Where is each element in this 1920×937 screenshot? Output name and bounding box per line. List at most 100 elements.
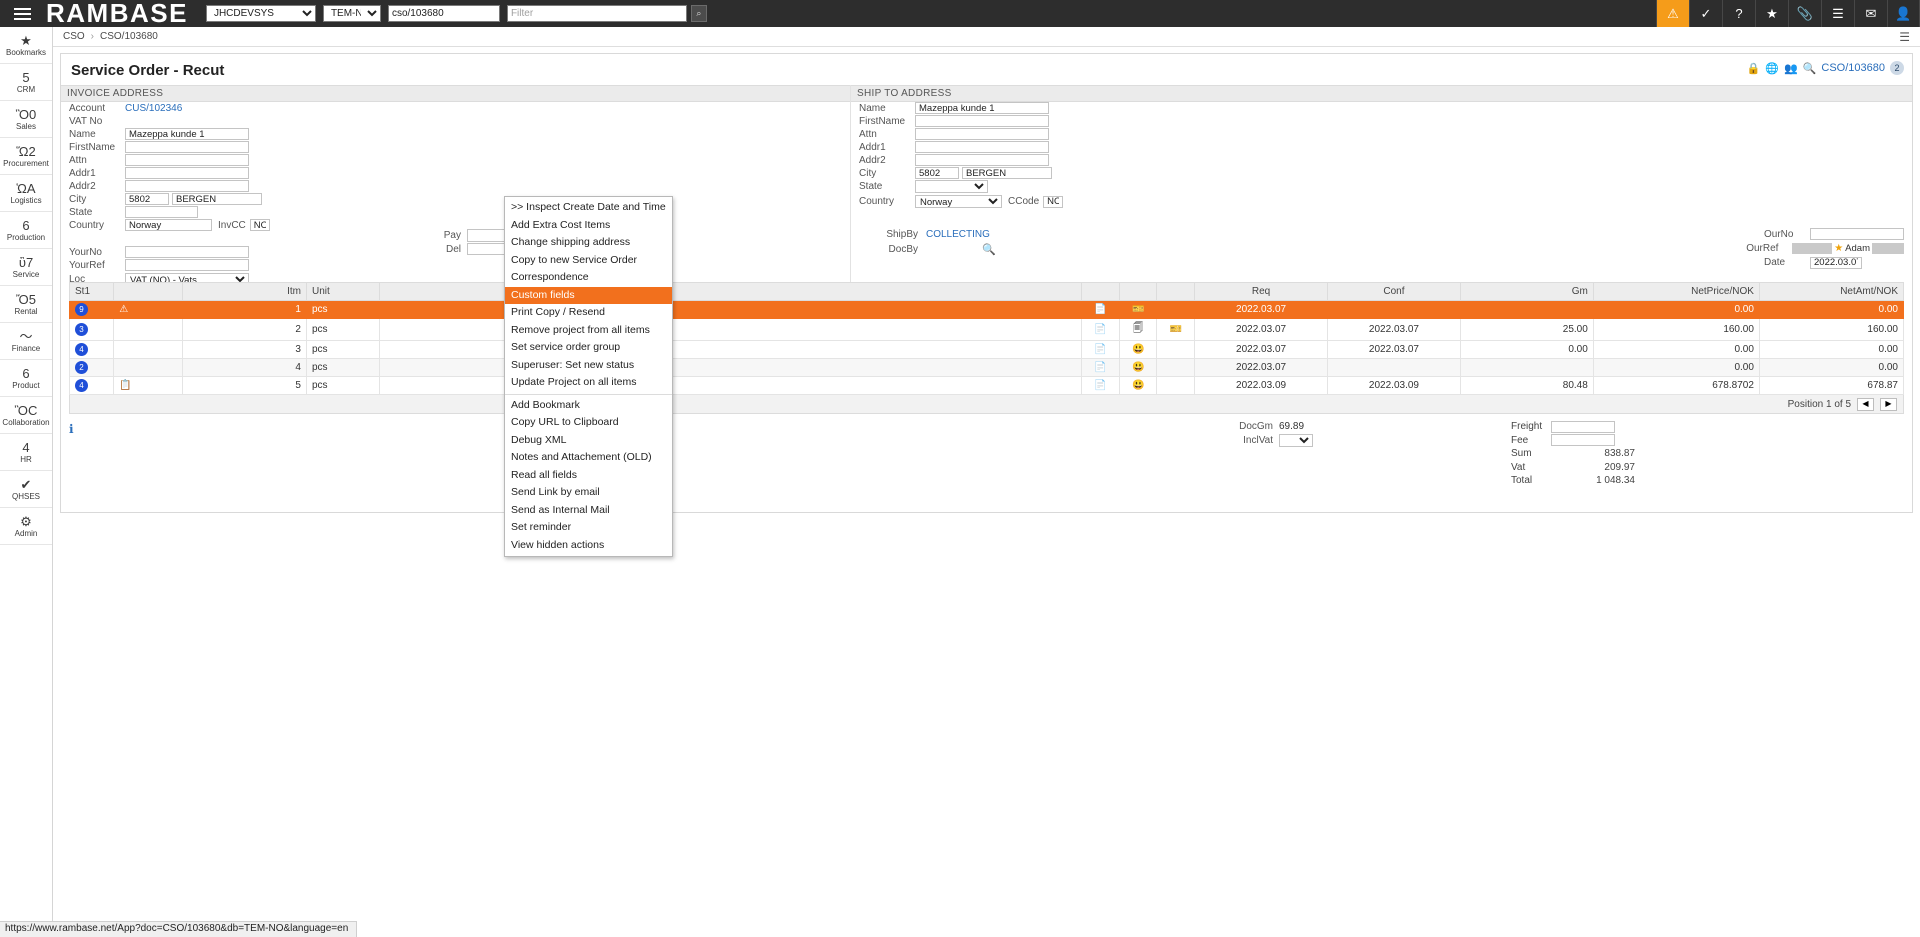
sidebar-item-product[interactable]: ὎6Product xyxy=(0,360,52,397)
invoice-city-zip-field[interactable] xyxy=(125,193,169,205)
menu-item[interactable]: Correspondence xyxy=(505,269,672,287)
menu-item[interactable]: Send Link by email xyxy=(505,484,672,502)
breadcrumb-root[interactable]: CSO xyxy=(63,31,85,42)
ship-firstname-field[interactable] xyxy=(915,115,1049,127)
sidebar-item-admin[interactable]: ⚙Admin xyxy=(0,508,52,545)
ship-addr2-field[interactable] xyxy=(915,154,1049,166)
menu-item[interactable]: Debug XML xyxy=(505,432,672,450)
menu-item[interactable]: Custom fields xyxy=(505,287,672,305)
context-menu[interactable]: >> Inspect Create Date and TimeAdd Extra… xyxy=(504,196,673,557)
globe-icon[interactable]: 🌐 xyxy=(1765,62,1779,75)
invoice-state-field[interactable] xyxy=(125,206,198,218)
docby-search-icon[interactable]: 🔍 xyxy=(982,243,996,256)
breadcrumb-current[interactable]: CSO/103680 xyxy=(100,31,158,42)
search-icon[interactable]: ⌕ xyxy=(691,5,707,22)
list-icon[interactable]: ☰ xyxy=(1821,0,1854,27)
ship-name-field[interactable] xyxy=(915,102,1049,114)
sidebar-item-qhses[interactable]: ✔QHSES xyxy=(0,471,52,508)
sidebar-item-production[interactable]: ὎6Production xyxy=(0,212,52,249)
ship-attn-field[interactable] xyxy=(915,128,1049,140)
invoice-invcc-field[interactable] xyxy=(250,219,270,231)
sidebar-item-finance[interactable]: 〜Finance xyxy=(0,323,52,360)
sidebar-item-logistics[interactable]: ὩALogistics xyxy=(0,175,52,212)
ship-ccode-field[interactable] xyxy=(1043,196,1063,208)
column-header-conf[interactable]: Conf xyxy=(1328,283,1461,301)
yourno-field[interactable] xyxy=(125,246,249,258)
inclvat-select[interactable] xyxy=(1279,434,1313,447)
freight-field[interactable] xyxy=(1551,421,1615,433)
column-header-itm[interactable]: Itm xyxy=(182,283,306,301)
menu-item[interactable]: Add Extra Cost Items xyxy=(505,217,672,235)
menu-item[interactable]: Send as Internal Mail xyxy=(505,502,672,520)
breadcrumb-menu-icon[interactable]: ☰ xyxy=(1899,30,1910,44)
system-select[interactable]: JHCDEVSYS xyxy=(206,5,316,22)
menu-item[interactable]: Copy URL to Clipboard xyxy=(505,414,672,432)
column-header-netprice[interactable]: NetPrice/NOK xyxy=(1593,283,1759,301)
help-icon[interactable]: ? xyxy=(1722,0,1755,27)
sidebar-item-collaboration[interactable]: ὊCCollaboration xyxy=(0,397,52,434)
fee-field[interactable] xyxy=(1551,434,1615,446)
menu-item[interactable]: Copy to new Service Order xyxy=(505,252,672,270)
pager-next-button[interactable]: ▶ xyxy=(1880,398,1897,411)
menu-item[interactable]: Notes and Attachement (OLD) xyxy=(505,449,672,467)
table-row[interactable]: 32pcs1📄🗐🎫2022.03.072022.03.0725.00160.00… xyxy=(70,319,1904,341)
menu-item[interactable]: Set service order group xyxy=(505,339,672,357)
invoice-city-name-field[interactable] xyxy=(172,193,262,205)
yourref-field[interactable] xyxy=(125,259,249,271)
search-icon[interactable]: 🔍 xyxy=(1803,62,1817,75)
filter-input[interactable] xyxy=(507,5,687,22)
invoice-addr1-field[interactable] xyxy=(125,167,249,179)
table-row[interactable]: 9⚠1pcs0📄🎫2022.03.070.000.00 xyxy=(70,301,1904,319)
date-field[interactable] xyxy=(1810,257,1862,269)
clock-check-icon[interactable]: ✓ xyxy=(1689,0,1722,27)
table-row[interactable]: 24pcs1older Tecasint📄😃2022.03.070.000.00 xyxy=(70,359,1904,377)
ship-city-zip-field[interactable] xyxy=(915,167,959,179)
table-row[interactable]: 43pcs1Ring Tecasint📄😃2022.03.072022.03.0… xyxy=(70,341,1904,359)
invoice-name-field[interactable] xyxy=(125,128,249,140)
menu-item[interactable]: Update Project on all items xyxy=(505,374,672,392)
menu-item[interactable]: Add Bookmark xyxy=(505,397,672,415)
menu-item[interactable]: Superuser: Set new status xyxy=(505,357,672,375)
pager-prev-button[interactable]: ◀ xyxy=(1857,398,1874,411)
ship-addr1-field[interactable] xyxy=(915,141,1049,153)
column-header-i1[interactable] xyxy=(1082,283,1120,301)
menu-item[interactable]: Remove project from all items xyxy=(505,322,672,340)
menu-item[interactable]: Print Copy / Resend xyxy=(505,304,672,322)
invoice-country-field[interactable] xyxy=(125,219,212,231)
sidebar-item-rental[interactable]: Ὄ5Rental xyxy=(0,286,52,323)
menu-item[interactable]: View hidden actions xyxy=(505,537,672,555)
menu-item[interactable]: >> Inspect Create Date and Time xyxy=(505,199,672,217)
invoice-attn-field[interactable] xyxy=(125,154,249,166)
table-row[interactable]: 4📋5pcs1📄😃2022.03.092022.03.0980.48678.87… xyxy=(70,377,1904,395)
ourno-field[interactable] xyxy=(1810,228,1904,240)
people-icon[interactable]: 👥 xyxy=(1784,62,1798,75)
menu-item[interactable]: Read all fields xyxy=(505,467,672,485)
menu-item[interactable]: Change shipping address xyxy=(505,234,672,252)
column-header-flag[interactable] xyxy=(114,283,183,301)
lock-icon[interactable]: 🔒 xyxy=(1747,62,1761,75)
column-header-unit[interactable]: Unit xyxy=(306,283,379,301)
attachment-icon[interactable]: 📎 xyxy=(1788,0,1821,27)
sidebar-item-sales[interactable]: Ὃ0Sales xyxy=(0,101,52,138)
info-icon[interactable]: ℹ xyxy=(69,422,74,436)
column-header-netamt[interactable]: NetAmt/NOK xyxy=(1759,283,1903,301)
user-icon[interactable]: 👤 xyxy=(1887,0,1920,27)
document-input[interactable] xyxy=(388,5,500,22)
invoice-account-link[interactable]: CUS/102346 xyxy=(125,103,182,114)
mail-icon[interactable]: ✉ xyxy=(1854,0,1887,27)
column-header-req[interactable]: Req xyxy=(1195,283,1328,301)
favorites-icon[interactable]: ★ xyxy=(1755,0,1788,27)
sidebar-item-crm[interactable]: ὆5CRM xyxy=(0,64,52,101)
menu-item[interactable]: Set reminder xyxy=(505,519,672,537)
sidebar-item-procurement[interactable]: Ὥ2Procurement xyxy=(0,138,52,175)
sidebar-item-service[interactable]: ὒ7Service xyxy=(0,249,52,286)
menu-toggle-icon[interactable] xyxy=(0,0,44,27)
column-header-st1[interactable]: St1 xyxy=(70,283,114,301)
ship-state-select[interactable] xyxy=(915,180,988,193)
shipby-value[interactable]: COLLECTING xyxy=(926,229,990,240)
invoice-firstname-field[interactable] xyxy=(125,141,249,153)
sidebar-item-bookmarks[interactable]: ★Bookmarks xyxy=(0,27,52,64)
alert-icon[interactable]: ⚠ xyxy=(1656,0,1689,27)
sidebar-item-hr[interactable]: ὆4HR xyxy=(0,434,52,471)
ship-country-select[interactable]: Norway xyxy=(915,195,1002,208)
